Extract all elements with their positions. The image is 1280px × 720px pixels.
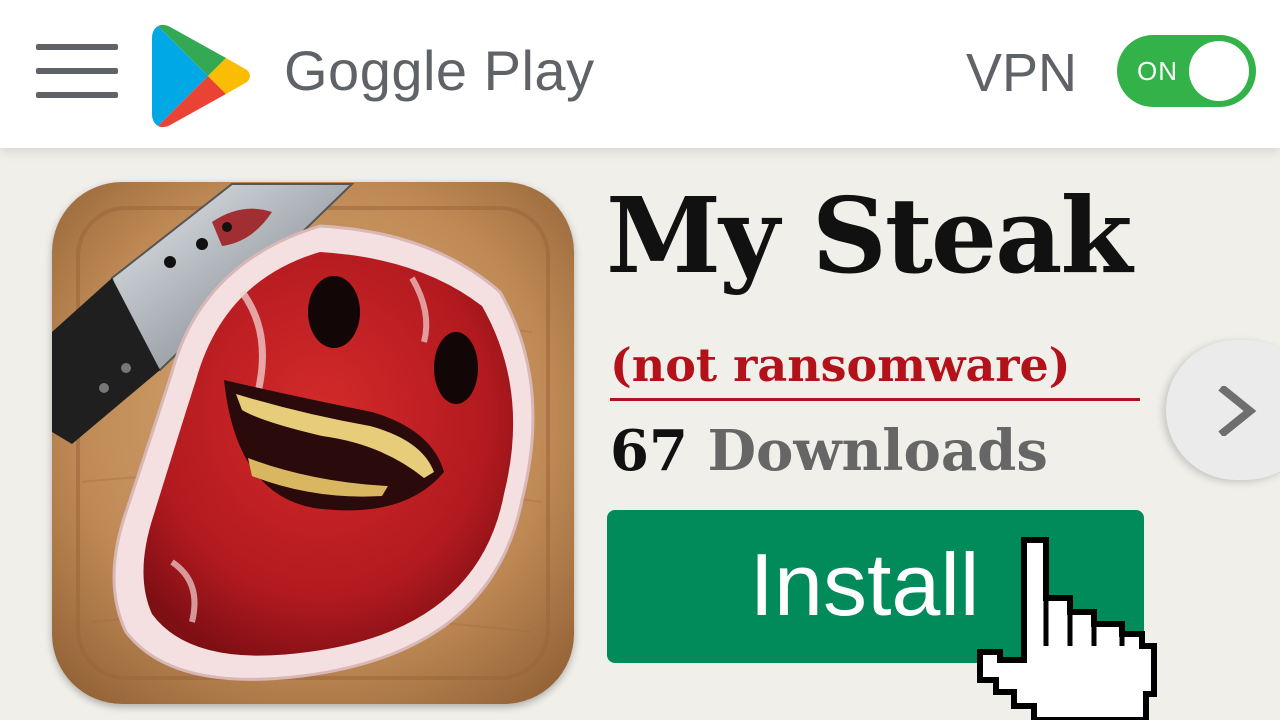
- download-label: Downloads: [707, 418, 1048, 484]
- chevron-right-icon: [1218, 386, 1257, 436]
- hamburger-menu-icon[interactable]: [36, 44, 120, 100]
- vpn-label: VPN: [966, 43, 1078, 103]
- download-count: 67 Downloads: [610, 418, 1048, 484]
- next-button[interactable]: [1166, 340, 1280, 480]
- app-subtitle: (not ransomware): [610, 338, 1071, 392]
- download-number: 67: [610, 418, 688, 484]
- install-button-label: Install: [749, 534, 980, 634]
- store-name: Goggle Play: [284, 39, 595, 102]
- pointer-hand-cursor-icon: [977, 537, 1157, 720]
- steak-face-icon[interactable]: [52, 182, 574, 704]
- play-store-logo-icon[interactable]: [150, 22, 254, 130]
- subtitle-underline: [610, 398, 1140, 401]
- top-app-bar: Goggle Play VPN ON: [0, 0, 1280, 148]
- toggle-knob: [1189, 41, 1249, 101]
- app-title: My Steak: [606, 174, 1133, 297]
- vpn-toggle[interactable]: ON: [1117, 35, 1256, 107]
- vpn-toggle-state: ON: [1137, 56, 1178, 86]
